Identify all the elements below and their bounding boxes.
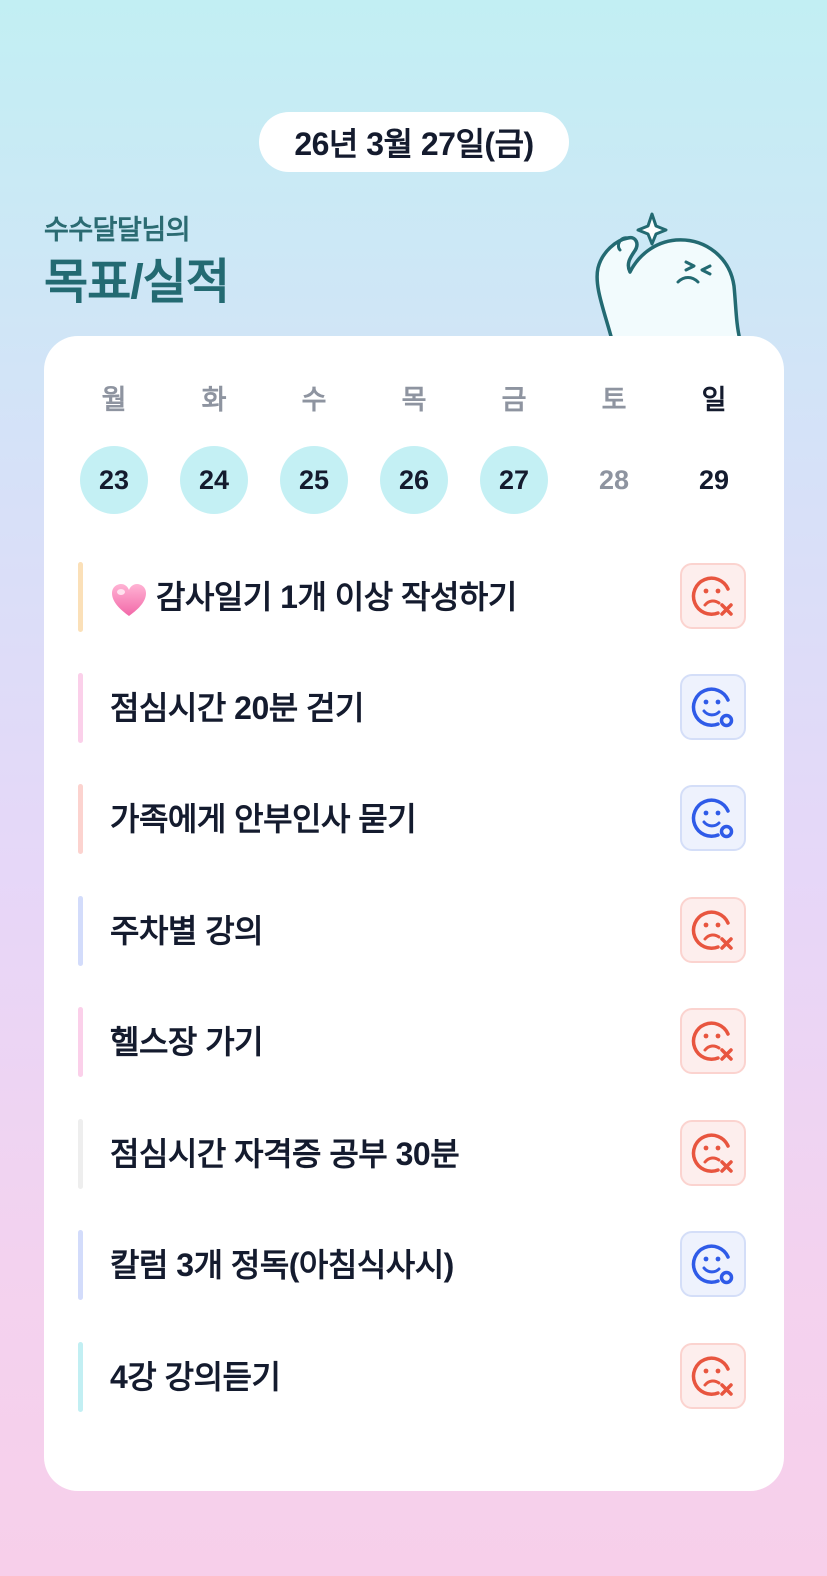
- day-name: 일: [701, 385, 727, 415]
- goal-row[interactable]: 헬스장 가기: [78, 1007, 750, 1077]
- status-fail-button[interactable]: [680, 1008, 746, 1074]
- goal-color-bar: [78, 673, 83, 743]
- status-fail-button[interactable]: [680, 563, 746, 629]
- goal-row[interactable]: 주차별 강의: [78, 896, 750, 966]
- page-title: 목표/실적: [44, 256, 230, 309]
- status-success-button[interactable]: [680, 1231, 746, 1297]
- smile-face-o-icon: [691, 1244, 734, 1285]
- day-number: 24: [180, 446, 248, 514]
- date-label: 26년 3월 27일(금): [294, 126, 534, 162]
- day-number: 25: [280, 446, 348, 514]
- goal-color-bar: [78, 1230, 83, 1300]
- day-number: 29: [698, 464, 730, 495]
- day-name: 수: [301, 385, 327, 415]
- day-name: 금: [501, 385, 527, 415]
- status-fail-button[interactable]: [680, 1120, 746, 1186]
- mascot-illustration: [595, 212, 742, 340]
- status-fail-button[interactable]: [680, 897, 746, 963]
- day-number: 28: [598, 464, 630, 495]
- day-number: 27: [480, 446, 548, 514]
- day-wed[interactable]: 수 25: [278, 380, 350, 520]
- week-calendar: 월 23 화 24 수 25 목 26 금 27 토 28 일 29: [78, 380, 750, 520]
- day-thu[interactable]: 목 26: [378, 380, 450, 520]
- goal-label: 점심시간 20분 걷기: [110, 690, 364, 726]
- status-fail-button[interactable]: [680, 1343, 746, 1409]
- day-fri[interactable]: 금 27: [478, 380, 550, 520]
- goal-color-bar: [78, 784, 83, 854]
- goal-label: 헬스장 가기: [110, 1024, 264, 1060]
- status-success-button[interactable]: [680, 785, 746, 851]
- sad-face-x-icon: [691, 910, 733, 950]
- goals-card: 월 23 화 24 수 25 목 26 금 27 토 28 일 29 감사일기 …: [44, 336, 784, 1491]
- sad-face-x-icon: [691, 1133, 733, 1173]
- day-name: 토: [601, 385, 627, 415]
- goal-label: 4강 강의듣기: [110, 1359, 281, 1395]
- day-tue[interactable]: 화 24: [178, 380, 250, 520]
- day-name: 화: [201, 385, 227, 415]
- sparkle-icon: [636, 212, 668, 246]
- day-mon[interactable]: 월 23: [78, 380, 150, 520]
- smile-face-o-icon: [691, 798, 734, 839]
- goal-row[interactable]: 가족에게 안부인사 묻기: [78, 784, 750, 854]
- goal-color-bar: [78, 1342, 83, 1412]
- heart-icon: [112, 583, 146, 616]
- goal-label: 점심시간 자격증 공부 30분: [110, 1136, 460, 1172]
- goal-label: 주차별 강의: [110, 913, 264, 949]
- day-name: 월: [101, 385, 127, 415]
- day-sat[interactable]: 토 28: [578, 380, 650, 520]
- goal-label: 칼럼 3개 정독(아침식사시): [110, 1247, 454, 1283]
- smile-face-o-icon: [691, 687, 734, 728]
- status-success-button[interactable]: [680, 674, 746, 740]
- goal-row[interactable]: 감사일기 1개 이상 작성하기: [78, 562, 750, 632]
- date-pill[interactable]: 26년 3월 27일(금): [259, 112, 569, 172]
- sad-face-x-icon: [691, 1021, 733, 1061]
- goal-color-bar: [78, 1119, 83, 1189]
- day-name: 목: [401, 385, 427, 415]
- day-sun[interactable]: 일 29: [678, 380, 750, 520]
- goal-color-bar: [78, 562, 83, 632]
- goal-color-bar: [78, 1007, 83, 1077]
- goal-color-bar: [78, 896, 83, 966]
- goal-label: 감사일기 1개 이상 작성하기: [156, 579, 517, 615]
- goal-row[interactable]: 점심시간 20분 걷기: [78, 673, 750, 743]
- goal-row[interactable]: 4강 강의듣기: [78, 1342, 750, 1412]
- sad-face-x-icon: [691, 576, 733, 616]
- goal-text-wrap: 감사일기 1개 이상 작성하기: [110, 562, 517, 632]
- day-number: 23: [80, 446, 148, 514]
- goal-label: 가족에게 안부인사 묻기: [110, 801, 417, 837]
- goal-row[interactable]: 점심시간 자격증 공부 30분: [78, 1119, 750, 1189]
- goal-row[interactable]: 칼럼 3개 정독(아침식사시): [78, 1230, 750, 1300]
- day-number: 26: [380, 446, 448, 514]
- sad-face-x-icon: [691, 1356, 733, 1396]
